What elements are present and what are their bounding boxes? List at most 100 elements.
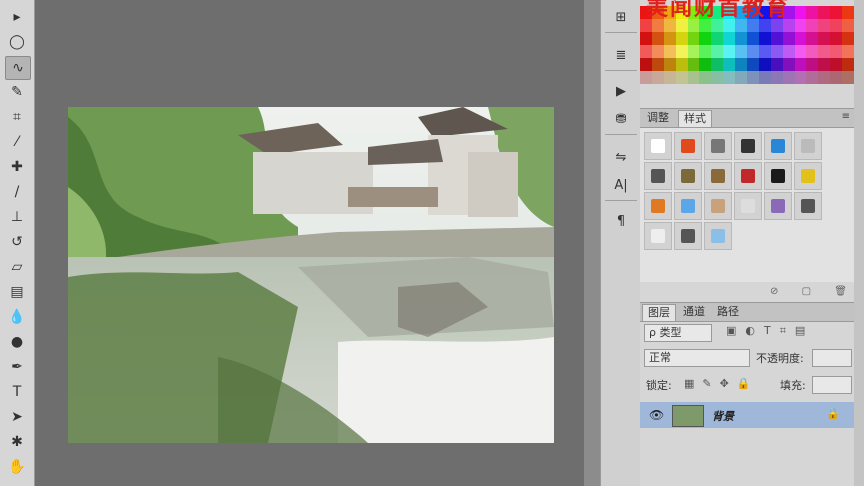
style-preset[interactable] xyxy=(734,192,762,220)
style-preset[interactable] xyxy=(644,132,672,160)
color-swatch[interactable] xyxy=(782,71,795,84)
color-swatch[interactable] xyxy=(794,58,807,71)
elliptical-marquee-tool-icon[interactable]: ◯ xyxy=(5,31,29,53)
document-canvas[interactable] xyxy=(68,107,554,443)
path-selection-tool-icon[interactable]: ➤ xyxy=(5,406,29,428)
brush-tool-icon[interactable]: / xyxy=(5,181,29,203)
color-swatch[interactable] xyxy=(782,58,795,71)
color-swatch[interactable] xyxy=(830,71,843,84)
color-swatch[interactable] xyxy=(640,71,652,84)
pen-tool-icon[interactable]: ✒ xyxy=(5,356,29,378)
layer-row-background[interactable]: 👁 背景 🔒 xyxy=(640,402,854,428)
tool-presets-icon[interactable]: ⇋ xyxy=(609,146,633,168)
style-preset[interactable] xyxy=(764,132,792,160)
history-brush-tool-icon[interactable]: ↺ xyxy=(5,231,29,253)
color-swatch[interactable] xyxy=(687,45,700,58)
color-swatch[interactable] xyxy=(675,58,688,71)
trash-icon[interactable]: 🗑 xyxy=(834,286,847,297)
color-swatch[interactable] xyxy=(758,32,771,45)
tab-adjustments[interactable]: 调整 xyxy=(642,110,674,126)
paragraph-panel-icon[interactable]: ¶ xyxy=(609,210,633,232)
color-swatch[interactable] xyxy=(747,32,759,45)
color-swatch[interactable] xyxy=(830,19,843,32)
color-swatch[interactable] xyxy=(782,45,795,58)
color-swatch[interactable] xyxy=(663,58,676,71)
color-swatch[interactable] xyxy=(651,45,664,58)
style-preset[interactable] xyxy=(704,132,732,160)
color-swatch[interactable] xyxy=(723,32,736,45)
color-swatch[interactable] xyxy=(818,6,831,19)
color-swatch[interactable] xyxy=(794,19,807,32)
color-swatch[interactable] xyxy=(830,58,843,71)
color-swatch[interactable] xyxy=(735,58,747,71)
style-preset[interactable] xyxy=(644,162,672,190)
style-preset[interactable] xyxy=(704,192,732,220)
color-swatch[interactable] xyxy=(723,71,736,84)
color-swatch[interactable] xyxy=(651,32,664,45)
style-preset[interactable] xyxy=(734,162,762,190)
color-swatch[interactable] xyxy=(830,32,843,45)
color-swatch[interactable] xyxy=(699,58,712,71)
eyedropper-tool-icon[interactable]: ⁄ xyxy=(5,131,29,153)
color-swatch[interactable] xyxy=(711,58,724,71)
color-swatch[interactable] xyxy=(758,71,771,84)
color-swatch[interactable] xyxy=(830,45,843,58)
style-preset[interactable] xyxy=(674,132,702,160)
lasso-tool-icon[interactable]: ∿ xyxy=(5,56,31,80)
style-preset[interactable] xyxy=(794,162,822,190)
color-swatch[interactable] xyxy=(651,71,664,84)
color-swatch[interactable] xyxy=(806,45,819,58)
new-style-icon[interactable]: ▢ xyxy=(802,286,811,297)
color-swatch[interactable] xyxy=(675,45,688,58)
color-swatch[interactable] xyxy=(723,45,736,58)
color-swatch[interactable] xyxy=(770,45,783,58)
color-swatch[interactable] xyxy=(782,32,795,45)
color-swatch[interactable] xyxy=(758,45,771,58)
layer-filter-select[interactable]: ρ 类型 xyxy=(644,324,712,342)
style-preset[interactable] xyxy=(674,222,702,250)
color-swatch[interactable] xyxy=(806,19,819,32)
color-swatch[interactable] xyxy=(640,45,652,58)
character-panel-icon[interactable]: A| xyxy=(609,174,633,196)
color-swatch[interactable] xyxy=(723,58,736,71)
style-preset[interactable] xyxy=(734,132,762,160)
color-swatch[interactable] xyxy=(842,45,854,58)
style-preset[interactable] xyxy=(794,192,822,220)
custom-shape-tool-icon[interactable]: ✱ xyxy=(5,431,29,453)
color-swatch[interactable] xyxy=(687,32,700,45)
quick-selection-tool-icon[interactable]: ✎ xyxy=(5,81,29,103)
layer-filter-icons[interactable]: ▣◐T⌗▤ xyxy=(726,324,814,338)
color-swatch[interactable] xyxy=(699,71,712,84)
hand-tool-icon[interactable]: ✋ xyxy=(5,456,29,478)
color-swatch[interactable] xyxy=(794,45,807,58)
color-swatch[interactable] xyxy=(842,58,854,71)
color-swatch[interactable] xyxy=(663,32,676,45)
color-swatch[interactable] xyxy=(735,32,747,45)
color-swatch[interactable] xyxy=(735,71,747,84)
healing-brush-tool-icon[interactable]: ✚ xyxy=(5,156,29,178)
lock-icons[interactable]: ▦✎✥🔒 xyxy=(684,377,759,390)
color-swatch[interactable] xyxy=(675,32,688,45)
color-swatch[interactable] xyxy=(806,6,819,19)
color-swatch[interactable] xyxy=(663,71,676,84)
color-swatch[interactable] xyxy=(830,6,843,19)
color-swatch[interactable] xyxy=(842,32,854,45)
blend-mode-select[interactable]: 正常 xyxy=(644,349,750,367)
properties-panel-icon[interactable]: ≣ xyxy=(609,44,633,66)
opacity-field[interactable] xyxy=(812,349,852,367)
history-panel-icon[interactable]: ⊞ xyxy=(609,6,633,28)
color-swatch[interactable] xyxy=(651,58,664,71)
color-swatch[interactable] xyxy=(794,32,807,45)
color-swatch[interactable] xyxy=(818,58,831,71)
color-swatch[interactable] xyxy=(806,32,819,45)
color-swatch[interactable] xyxy=(842,71,854,84)
dodge-tool-icon[interactable]: ● xyxy=(5,331,29,353)
tab-paths[interactable]: 路径 xyxy=(712,304,744,320)
color-swatch[interactable] xyxy=(663,45,676,58)
panel-menu-icon[interactable]: ≡ xyxy=(842,111,850,122)
color-swatch[interactable] xyxy=(818,71,831,84)
actions-panel-icon[interactable]: ▶ xyxy=(609,80,633,102)
color-swatch[interactable] xyxy=(818,32,831,45)
type-tool-icon[interactable]: T xyxy=(5,381,29,403)
color-swatch[interactable] xyxy=(640,58,652,71)
